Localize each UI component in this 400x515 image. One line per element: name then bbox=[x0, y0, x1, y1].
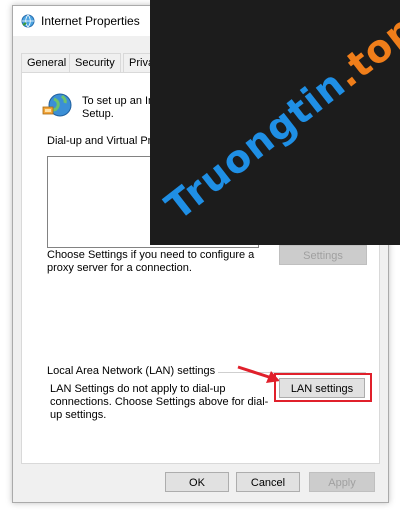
watermark-logo: Truongtin.top bbox=[157, 6, 400, 229]
apply-button[interactable]: Apply bbox=[309, 472, 375, 492]
window-title: Internet Properties bbox=[41, 14, 140, 28]
cancel-button[interactable]: Cancel bbox=[236, 472, 300, 492]
lan-settings-button[interactable]: LAN settings bbox=[279, 378, 365, 398]
lan-info-text: LAN Settings do not apply to dial-up con… bbox=[50, 383, 269, 421]
ok-button[interactable]: OK bbox=[165, 472, 229, 492]
settings-button[interactable]: Settings bbox=[279, 245, 367, 265]
tab-general[interactable]: General bbox=[21, 53, 73, 72]
tab-label: Security bbox=[75, 57, 115, 69]
network-globe-icon bbox=[42, 93, 72, 117]
lan-section-label: Local Area Network (LAN) settings bbox=[47, 365, 216, 377]
watermark-overlay: Truongtin.top bbox=[150, 0, 400, 245]
internet-options-globe-icon bbox=[21, 14, 35, 28]
tab-label: General bbox=[27, 57, 67, 69]
choose-settings-text: Choose Settings if you need to configure… bbox=[47, 249, 255, 274]
tab-security[interactable]: Security bbox=[69, 53, 121, 72]
watermark-name: Truongtin bbox=[157, 61, 354, 229]
